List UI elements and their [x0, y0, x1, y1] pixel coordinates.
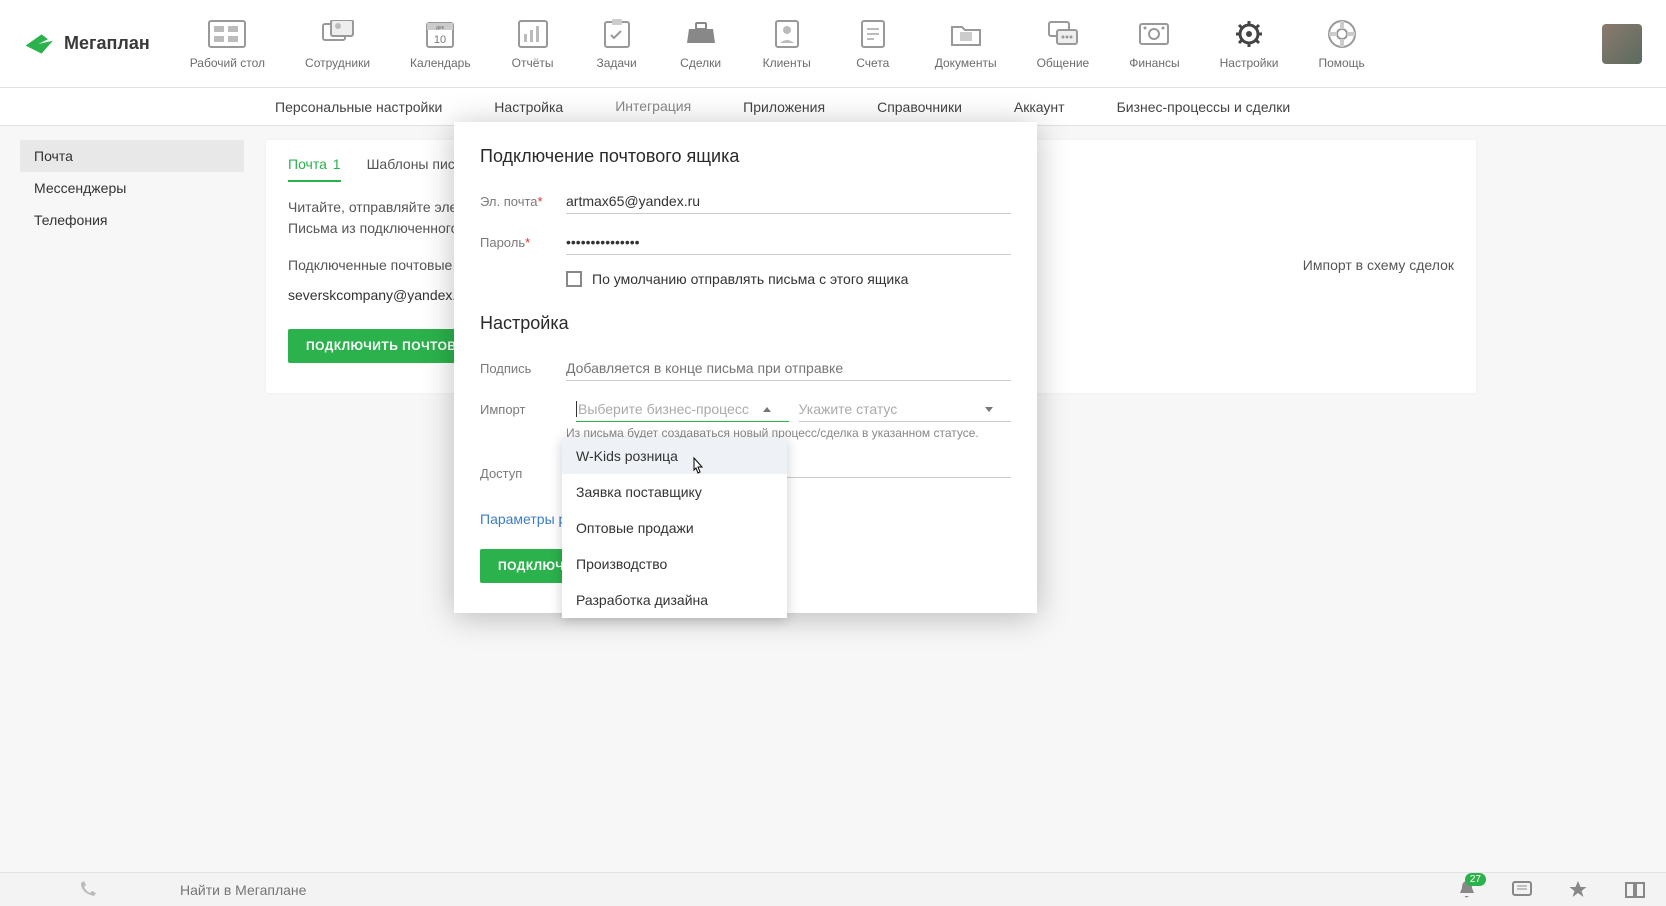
reports-icon — [511, 18, 555, 50]
default-send-row[interactable]: По умолчанию отправлять письма с этого я… — [566, 271, 1011, 287]
nav-employees[interactable]: Сотрудники — [305, 18, 370, 70]
chat-icon — [1041, 18, 1085, 50]
documents-icon — [944, 18, 988, 50]
sidebar: Почта Мессенджеры Телефония — [8, 140, 256, 393]
calendar-icon: 10 дек — [418, 18, 462, 50]
subnav-settings[interactable]: Настройка — [492, 88, 565, 126]
notif-badge: 27 — [1465, 873, 1486, 886]
import-scheme-header: Импорт в схему сделок — [1303, 257, 1454, 273]
top-nav: Мегаплан Рабочий стол Сотрудники 10декКа… — [0, 0, 1666, 88]
brand-text: Мегаплан — [64, 33, 150, 54]
nav-settings[interactable]: Настройки — [1220, 18, 1279, 70]
subnav-apps[interactable]: Приложения — [741, 88, 827, 126]
tab-mail[interactable]: Почта 1 — [288, 156, 341, 182]
deals-icon — [679, 18, 723, 50]
subnav-dicts[interactable]: Справочники — [875, 88, 964, 126]
nav-communication[interactable]: Общение — [1037, 18, 1090, 70]
nav-accounts[interactable]: Счета — [851, 18, 895, 70]
settings-title: Настройка — [480, 313, 1011, 334]
nav-items: Рабочий стол Сотрудники 10декКалендарь О… — [190, 18, 1602, 70]
global-search-input[interactable] — [180, 882, 420, 898]
finance-icon — [1132, 18, 1176, 50]
book-icon — [1624, 881, 1646, 899]
default-send-label: По умолчанию отправлять письма с этого я… — [592, 271, 908, 287]
signature-input[interactable] — [566, 356, 1011, 381]
gear-icon — [1227, 18, 1271, 50]
user-avatar[interactable] — [1602, 24, 1642, 64]
modal-title: Подключение почтового ящика — [480, 146, 1011, 167]
dropdown-option[interactable]: Разработка дизайна — [562, 582, 787, 618]
nav-calendar[interactable]: 10декКалендарь — [410, 18, 471, 70]
logo[interactable]: Мегаплан — [24, 30, 150, 58]
bottom-bar: 27 — [0, 872, 1666, 906]
caret-down-icon — [985, 407, 993, 412]
process-dropdown: W-Kids розница Заявка поставщику Оптовые… — [562, 438, 787, 618]
star-icon — [1568, 880, 1588, 900]
signature-label: Подпись — [480, 361, 566, 376]
email-input[interactable] — [566, 189, 1011, 214]
dropdown-option[interactable]: Производство — [562, 546, 787, 582]
nav-tasks[interactable]: Задачи — [595, 18, 639, 70]
nav-help[interactable]: Помощь — [1318, 18, 1364, 70]
dropdown-option[interactable]: W-Kids розница — [562, 438, 787, 474]
import-label: Импорт — [480, 402, 566, 417]
message-icon — [1512, 881, 1532, 899]
help-icon — [1320, 18, 1364, 50]
password-label: Пароль* — [480, 235, 566, 250]
clients-icon — [765, 18, 809, 50]
employees-icon — [316, 18, 360, 50]
accounts-icon — [851, 18, 895, 50]
notifications-button[interactable]: 27 — [1458, 880, 1476, 900]
email-label: Эл. почта* — [480, 194, 566, 209]
star-button[interactable] — [1568, 880, 1588, 900]
phone-icon[interactable] — [78, 881, 96, 899]
logo-icon — [24, 30, 56, 58]
dropdown-option[interactable]: Оптовые продажи — [562, 510, 787, 546]
nav-deals[interactable]: Сделки — [679, 18, 723, 70]
dropdown-option[interactable]: Заявка поставщику — [562, 474, 787, 510]
book-button[interactable] — [1624, 881, 1646, 899]
sidebar-mail[interactable]: Почта — [20, 140, 244, 172]
svg-text:дек: дек — [436, 25, 445, 31]
access-label: Доступ — [480, 466, 566, 481]
messages-button[interactable] — [1512, 881, 1532, 899]
nav-documents[interactable]: Документы — [935, 18, 997, 70]
nav-reports[interactable]: Отчёты — [511, 18, 555, 70]
process-select[interactable]: Выберите бизнес-процесс — [576, 397, 789, 422]
subnav-integration[interactable]: Интеграция — [613, 88, 693, 126]
password-input[interactable] — [566, 230, 1011, 255]
desktop-icon — [205, 18, 249, 50]
sidebar-telephony[interactable]: Телефония — [20, 204, 244, 236]
status-select[interactable]: Укажите статус — [799, 397, 1012, 422]
nav-finance[interactable]: Финансы — [1129, 18, 1179, 70]
bottom-icons: 27 — [1458, 880, 1646, 900]
checkbox-icon[interactable] — [566, 271, 582, 287]
sub-nav: Персональные настройки Настройка Интегра… — [0, 88, 1666, 126]
nav-clients[interactable]: Клиенты — [763, 18, 811, 70]
tasks-icon — [595, 18, 639, 50]
subnav-bp[interactable]: Бизнес-процессы и сделки — [1115, 88, 1293, 126]
subnav-account[interactable]: Аккаунт — [1012, 88, 1067, 126]
nav-desktop[interactable]: Рабочий стол — [190, 18, 265, 70]
sidebar-messengers[interactable]: Мессенджеры — [20, 172, 244, 204]
subnav-personal[interactable]: Персональные настройки — [273, 88, 444, 126]
caret-up-icon — [763, 407, 771, 412]
svg-text:10: 10 — [434, 34, 446, 46]
